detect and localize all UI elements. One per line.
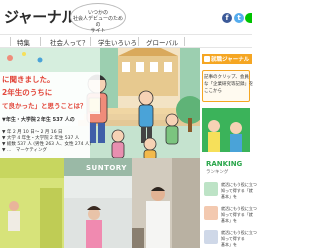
nav-divider (184, 37, 185, 46)
photo-illustration (132, 158, 200, 248)
global-nav: 特集 社会人って？ 学生いろいろ グローバル (0, 34, 252, 48)
ranking-thumbnail (204, 182, 218, 196)
article-photo[interactable]: SUNTORY (64, 158, 132, 248)
banner-illustration (202, 108, 250, 152)
ranking-subtitle: ランキング (206, 170, 229, 175)
line-icon[interactable] (245, 13, 252, 23)
nav-item-feature[interactable]: 特集 (17, 37, 30, 47)
photo-row: SUNTORY (0, 158, 200, 248)
headline-line: 2年生のうちに (2, 88, 53, 97)
feature-line: な「企業研究等記録」を (204, 82, 254, 87)
site-logo[interactable]: ジャーナル (4, 6, 76, 27)
site-header: ジャーナル いつかの 社会人デビューのための サイト f t (0, 0, 252, 34)
headline-line: て良かった」と思うことは？ (2, 102, 87, 110)
ranking-header: RANKING ランキング (202, 160, 252, 175)
nav-item-working-adult[interactable]: 社会人って？ (50, 37, 89, 47)
feature-title: 就職ジャーナル (211, 57, 250, 63)
feature-line: ここから (204, 89, 222, 94)
nav-divider (138, 37, 139, 46)
headline-line: に聞きました。 (2, 75, 55, 84)
tagline-bubble: いつかの 社会人デビューのための サイト (70, 3, 126, 34)
ranking-text: 基本」を (221, 242, 237, 247)
ranking-thumbnail (204, 230, 218, 244)
nav-divider (10, 37, 11, 46)
lead-line: ▼年生・大学院２年生 537 人の (2, 117, 75, 123)
facebook-icon[interactable]: f (222, 13, 232, 23)
tagline-line: 社会人デビューのための (72, 16, 123, 28)
lead-line: ▼ … マーケティング (2, 148, 48, 153)
photo-illustration (0, 158, 64, 248)
page: ジャーナル いつかの 社会人デビューのための サイト f t 特集 社会人って？… (0, 0, 257, 248)
nav-item-students[interactable]: 学生いろいろ (98, 37, 137, 47)
article-photo[interactable] (0, 158, 64, 248)
hero-article[interactable]: に聞きました。 2年生のうちに て良かった」と思うことは？ ▼年生・大学院２年生… (0, 48, 200, 158)
ranking-thumbnail (204, 206, 218, 220)
ranking-text: 基本」を (221, 194, 237, 199)
nav-divider (40, 37, 41, 46)
nav-divider (90, 37, 91, 46)
feature-header[interactable]: 就職ジャーナル (202, 54, 252, 64)
article-photo[interactable] (132, 158, 200, 248)
ranking-title: RANKING (206, 160, 243, 168)
hero-headline[interactable]: に聞きました。 2年生のうちに て良かった」と思うことは？ (0, 72, 100, 114)
ranking-item[interactable]: 就活にもう役に立つ 知って得する「就 基本」を (204, 180, 257, 202)
feature-line: 記事のクリップ、会員 (204, 75, 249, 80)
nav-item-global[interactable]: グローバル (146, 37, 178, 47)
ranking-text: 基本」を (221, 218, 237, 223)
ranking-item[interactable]: 就活にもう役に立つ 知って得する「就 基本」を (204, 204, 257, 226)
sidebar: 就職ジャーナル 記事のクリップ、会員 な「企業研究等記録」を ここから RANK… (200, 48, 257, 248)
ranking-item[interactable]: 就活にもう役に立つ 知って得する 基本」を (204, 228, 257, 248)
office-sign: SUNTORY (86, 164, 127, 172)
bookmark-icon (204, 56, 210, 62)
sidebar-banner[interactable] (202, 108, 250, 152)
hero-lead: ▼年生・大学院２年生 537 人の ▼ 年 2 月 10 日～ 2 月 16 日… (0, 114, 91, 158)
twitter-icon[interactable]: t (234, 13, 244, 23)
